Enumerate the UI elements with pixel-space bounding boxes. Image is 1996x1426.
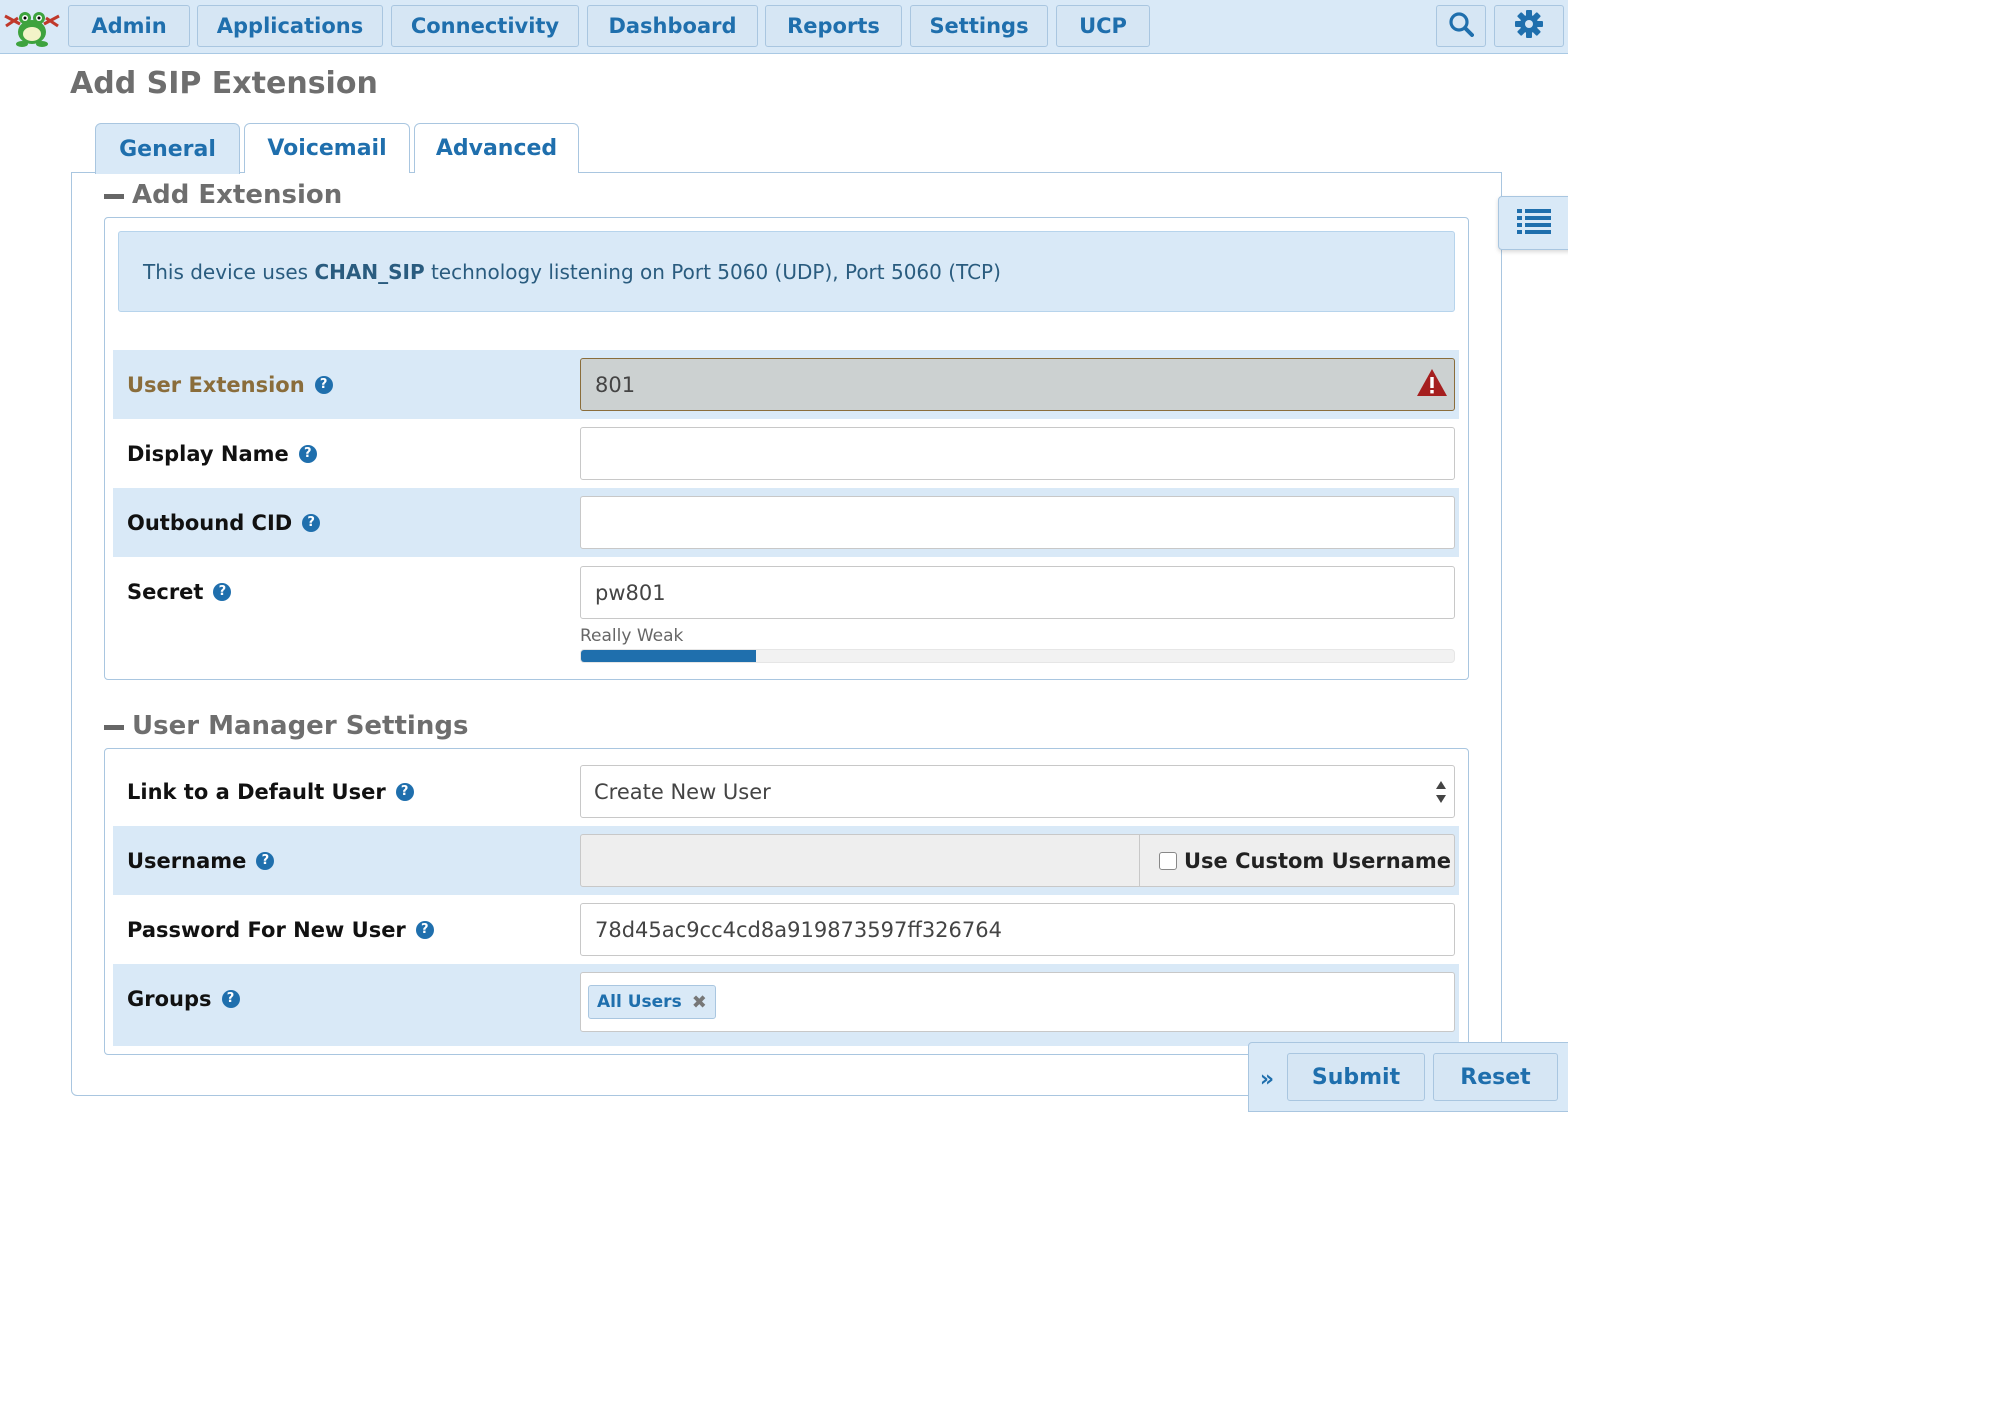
secret-value: pw801 xyxy=(595,580,666,605)
info-suffix: technology listening on Port 5060 (UDP),… xyxy=(424,259,1001,284)
secret-label-text: Secret xyxy=(127,580,204,604)
custom-username-addon[interactable]: Use Custom Username xyxy=(1140,835,1454,886)
secret-input[interactable]: pw801 xyxy=(580,566,1455,619)
nav-dashboard[interactable]: Dashboard xyxy=(587,5,758,47)
nav-admin[interactable]: Admin xyxy=(68,5,190,47)
section-user-manager-toggle[interactable]: User Manager Settings xyxy=(104,709,468,743)
help-icon[interactable]: ? xyxy=(221,990,240,1008)
groups-label: Groups ? xyxy=(127,984,240,1014)
info-tech: CHAN_SIP xyxy=(314,259,425,284)
group-tag[interactable]: All Users ✖ xyxy=(588,985,716,1019)
link-user-selected: Create New User xyxy=(594,779,771,804)
username-label-text: Username xyxy=(127,849,247,873)
custom-username-checkbox[interactable] xyxy=(1159,851,1177,870)
nav-settings[interactable]: Settings xyxy=(910,5,1048,47)
user-extension-label: User Extension ? xyxy=(127,370,333,400)
section-heading: User Manager Settings xyxy=(132,711,469,741)
settings-button[interactable] xyxy=(1494,5,1564,47)
link-user-label-text: Link to a Default User xyxy=(127,780,386,804)
outbound-cid-label: Outbound CID ? xyxy=(127,508,321,538)
expand-actions-icon[interactable]: » xyxy=(1254,1064,1280,1094)
username-group: Use Custom Username xyxy=(580,834,1455,887)
nav-ucp[interactable]: UCP xyxy=(1056,5,1150,47)
collapse-icon xyxy=(104,193,124,199)
user-extension-label-text: User Extension xyxy=(127,373,305,397)
help-icon[interactable]: ? xyxy=(395,783,414,801)
info-prefix: This device uses xyxy=(143,259,315,284)
new-user-password-value: 78d45ac9cc4cd8a919873597ff326764 xyxy=(595,917,1002,942)
tech-info-box: This device uses CHAN_SIP technology lis… xyxy=(118,231,1455,312)
help-icon[interactable]: ? xyxy=(298,445,317,463)
search-icon xyxy=(1448,11,1474,41)
groups-multiselect[interactable]: All Users ✖ xyxy=(580,972,1455,1032)
collapse-icon xyxy=(104,724,124,730)
gear-icon xyxy=(1514,9,1544,43)
help-icon[interactable]: ? xyxy=(256,852,275,870)
section-add-extension-toggle[interactable]: Add Extension xyxy=(104,178,342,212)
username-input[interactable] xyxy=(581,835,1140,886)
username-label: Username ? xyxy=(127,846,275,876)
nav-reports[interactable]: Reports xyxy=(765,5,902,47)
section-heading: Add Extension xyxy=(132,180,343,210)
link-user-select[interactable]: Create New User xyxy=(580,765,1455,818)
custom-username-label: Use Custom Username xyxy=(1184,848,1452,873)
outbound-cid-label-text: Outbound CID xyxy=(127,511,293,535)
tab-advanced[interactable]: Advanced xyxy=(414,123,579,173)
group-tag-label: All Users xyxy=(597,992,682,1012)
toc-toggle-button[interactable] xyxy=(1498,196,1568,250)
help-icon[interactable]: ? xyxy=(314,376,333,394)
tab-general[interactable]: General xyxy=(95,123,240,174)
nav-applications[interactable]: Applications xyxy=(197,5,383,47)
display-name-label-text: Display Name xyxy=(127,442,289,466)
user-extension-value: 801 xyxy=(595,372,636,397)
password-strength-fill xyxy=(581,650,756,662)
password-strength-bar xyxy=(580,649,1455,663)
help-icon[interactable]: ? xyxy=(415,921,434,939)
user-extension-input[interactable]: 801 xyxy=(580,358,1455,411)
nav-connectivity[interactable]: Connectivity xyxy=(391,5,579,47)
link-user-label: Link to a Default User ? xyxy=(127,777,414,807)
display-name-input[interactable] xyxy=(580,427,1455,480)
display-name-label: Display Name ? xyxy=(127,439,317,469)
search-button[interactable] xyxy=(1436,5,1486,47)
outbound-cid-input[interactable] xyxy=(580,496,1455,549)
groups-label-text: Groups xyxy=(127,987,212,1011)
reset-button[interactable]: Reset xyxy=(1433,1053,1558,1101)
password-strength-label: Really Weak xyxy=(580,626,684,646)
help-icon[interactable]: ? xyxy=(302,514,321,532)
submit-button[interactable]: Submit xyxy=(1287,1053,1425,1101)
help-icon[interactable]: ? xyxy=(213,583,232,601)
new-user-password-label-text: Password For New User xyxy=(127,918,406,942)
frog-logo[interactable] xyxy=(2,4,62,48)
secret-label: Secret ? xyxy=(127,577,232,607)
new-user-password-input[interactable]: 78d45ac9cc4cd8a919873597ff326764 xyxy=(580,903,1455,956)
select-arrows-icon xyxy=(1433,779,1449,805)
new-user-password-label: Password For New User ? xyxy=(127,915,434,945)
list-icon xyxy=(1517,208,1551,238)
tab-voicemail[interactable]: Voicemail xyxy=(244,123,410,173)
page-title: Add SIP Extension xyxy=(70,66,378,101)
remove-tag-icon[interactable]: ✖ xyxy=(692,992,707,1013)
warning-icon xyxy=(1415,367,1449,399)
